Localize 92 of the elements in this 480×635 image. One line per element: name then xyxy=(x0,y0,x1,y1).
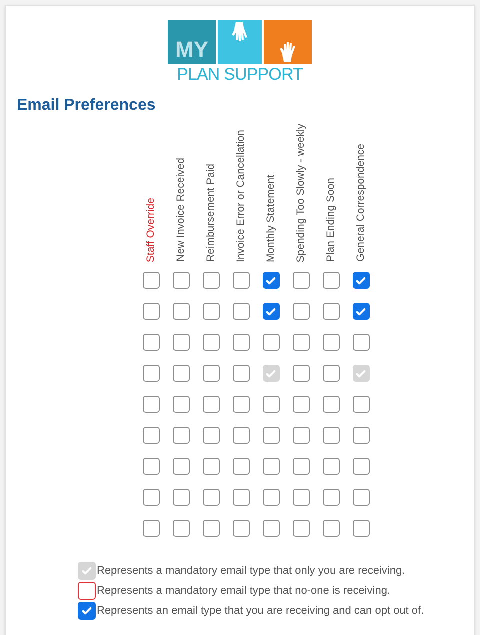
checkbox[interactable] xyxy=(262,396,280,414)
checkbox[interactable] xyxy=(202,427,220,444)
checkbox[interactable] xyxy=(172,365,190,382)
checkbox[interactable] xyxy=(232,458,250,476)
checkbox[interactable] xyxy=(142,303,160,320)
checkbox[interactable] xyxy=(352,458,370,476)
checkbox[interactable] xyxy=(292,427,310,444)
checkbox[interactable] xyxy=(292,334,310,352)
check-icon xyxy=(355,274,367,287)
checkbox[interactable] xyxy=(322,334,340,352)
legend-text: Represents an email type that you are receiving and can opt out of. xyxy=(97,604,424,619)
check-icon xyxy=(265,274,277,287)
checkbox[interactable] xyxy=(202,303,220,320)
checkbox[interactable] xyxy=(262,520,280,538)
checkbox[interactable] xyxy=(352,272,370,290)
column-header: Plan Ending Soon xyxy=(326,178,336,262)
checkbox[interactable] xyxy=(232,520,250,538)
checkbox[interactable] xyxy=(172,303,190,320)
check-icon xyxy=(81,565,93,578)
checkbox[interactable] xyxy=(352,303,370,320)
checkbox[interactable] xyxy=(172,272,190,290)
checkbox[interactable] xyxy=(232,334,250,352)
checkbox[interactable] xyxy=(232,272,250,290)
checkbox[interactable] xyxy=(322,520,340,538)
checkbox[interactable] xyxy=(202,365,220,382)
checkbox[interactable] xyxy=(352,520,370,538)
checkbox[interactable] xyxy=(262,427,280,444)
checkbox[interactable] xyxy=(202,396,220,414)
column-header: General Correspondence xyxy=(356,144,366,262)
checkbox[interactable] xyxy=(352,489,370,506)
checkbox[interactable] xyxy=(292,458,310,476)
checkbox[interactable] xyxy=(232,365,250,382)
checkbox[interactable] xyxy=(172,427,190,444)
checkbox[interactable] xyxy=(202,489,220,506)
checkbox[interactable] xyxy=(352,427,370,444)
checkbox[interactable] xyxy=(262,272,280,290)
checkbox[interactable] xyxy=(292,520,310,538)
checkbox[interactable] xyxy=(172,458,190,476)
checkbox[interactable] xyxy=(142,489,160,506)
checkbox[interactable] xyxy=(262,489,280,506)
checkbox[interactable] xyxy=(322,458,340,476)
checkbox[interactable] xyxy=(202,334,220,352)
check-icon xyxy=(81,605,93,618)
checkbox[interactable] xyxy=(292,396,310,414)
checkbox[interactable] xyxy=(292,489,310,506)
checkbox[interactable] xyxy=(142,334,160,352)
checkbox[interactable] xyxy=(232,303,250,320)
checkbox[interactable] xyxy=(172,489,190,506)
checkbox[interactable] xyxy=(142,520,160,538)
logo-text: PLAN SUPPORT xyxy=(177,64,303,86)
checkbox[interactable] xyxy=(262,334,280,352)
column-header: New Invoice Received xyxy=(176,158,186,262)
checkbox[interactable] xyxy=(142,365,160,382)
checkbox[interactable] xyxy=(322,272,340,290)
checkbox[interactable] xyxy=(322,303,340,320)
check-icon xyxy=(265,306,277,318)
checkbox[interactable] xyxy=(202,458,220,476)
checkbox[interactable] xyxy=(78,602,96,620)
checkbox[interactable] xyxy=(78,582,96,600)
column-header: Monthly Statement xyxy=(266,174,276,262)
checkbox[interactable] xyxy=(172,334,190,352)
checkbox[interactable] xyxy=(172,520,190,538)
check-icon xyxy=(355,306,367,318)
checkbox[interactable] xyxy=(262,458,280,476)
column-header: Staff Override xyxy=(146,198,156,262)
checkbox[interactable] xyxy=(292,303,310,320)
column-header: Spending Too Slowly - weekly xyxy=(296,124,306,262)
checkbox[interactable] xyxy=(142,458,160,476)
checkbox[interactable] xyxy=(202,520,220,538)
checkbox[interactable] xyxy=(232,396,250,414)
checkbox[interactable] xyxy=(352,334,370,352)
legend-text: Represents a mandatory email type that no-one is receiving. xyxy=(97,584,390,599)
checkbox[interactable] xyxy=(322,489,340,506)
checkbox[interactable] xyxy=(352,396,370,414)
checkbox[interactable] xyxy=(322,365,340,382)
checkbox[interactable] xyxy=(142,396,160,414)
checkbox[interactable] xyxy=(322,396,340,414)
section-heading: Email Preferences xyxy=(17,96,157,116)
column-header: Reimbursement Paid xyxy=(206,164,216,262)
checkbox[interactable] xyxy=(142,272,160,290)
checkbox[interactable] xyxy=(262,303,280,320)
column-header: Invoice Error or Cancellation xyxy=(236,130,246,262)
legend-text: Represents a mandatory email type that only you are receiving. xyxy=(97,564,406,579)
checkbox[interactable] xyxy=(292,365,310,382)
checkbox[interactable] xyxy=(322,427,340,444)
logo-text: MY xyxy=(176,39,208,61)
checkbox[interactable] xyxy=(142,427,160,444)
checkbox[interactable] xyxy=(292,272,310,290)
checkbox[interactable] xyxy=(202,272,220,290)
checkbox[interactable] xyxy=(172,396,190,414)
checkbox[interactable] xyxy=(232,489,250,506)
checkbox[interactable] xyxy=(232,427,250,444)
